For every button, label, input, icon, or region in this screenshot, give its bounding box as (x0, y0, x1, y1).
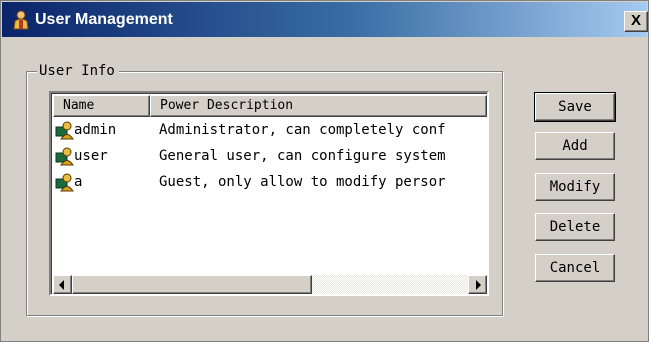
cancel-button[interactable]: Cancel (535, 254, 615, 282)
list-item[interactable]: admin Administrator, can completely conf (53, 118, 487, 142)
close-button[interactable]: X (624, 11, 648, 32)
user-name: user (74, 148, 108, 164)
save-button[interactable]: Save (534, 92, 616, 122)
user-name: a (74, 174, 83, 190)
user-management-window: User Management X User Info Name Power D… (0, 0, 649, 342)
list-item[interactable]: user General user, can configure system (53, 144, 487, 168)
user-info-legend: User Info (37, 62, 119, 80)
user-power-description: Administrator, can completely conf (159, 122, 446, 138)
user-icon (55, 147, 74, 166)
user-management-icon (13, 10, 29, 30)
user-list[interactable]: Name Power Description admin Administrat… (49, 91, 489, 296)
list-header: Name Power Description (53, 95, 487, 117)
window-title: User Management (35, 11, 173, 28)
column-header-power-description[interactable]: Power Description (150, 95, 487, 117)
user-power-description: Guest, only allow to modify persor (159, 174, 446, 190)
delete-button[interactable]: Delete (535, 213, 615, 241)
scrollbar-thumb[interactable] (72, 275, 312, 294)
list-item[interactable]: a Guest, only allow to modify persor (53, 170, 487, 194)
add-button[interactable]: Add (535, 132, 615, 160)
arrow-right-icon (476, 280, 481, 290)
user-icon (55, 173, 74, 192)
user-icon (55, 121, 74, 140)
user-power-description: General user, can configure system (159, 148, 446, 164)
arrow-left-icon (59, 280, 64, 290)
title-bar[interactable]: User Management X (2, 2, 648, 37)
horizontal-scrollbar[interactable] (53, 275, 487, 294)
scroll-left-button[interactable] (53, 275, 72, 294)
modify-button[interactable]: Modify (535, 173, 615, 201)
scroll-right-button[interactable] (468, 275, 487, 294)
column-header-name[interactable]: Name (53, 95, 150, 117)
user-name: admin (74, 122, 117, 138)
